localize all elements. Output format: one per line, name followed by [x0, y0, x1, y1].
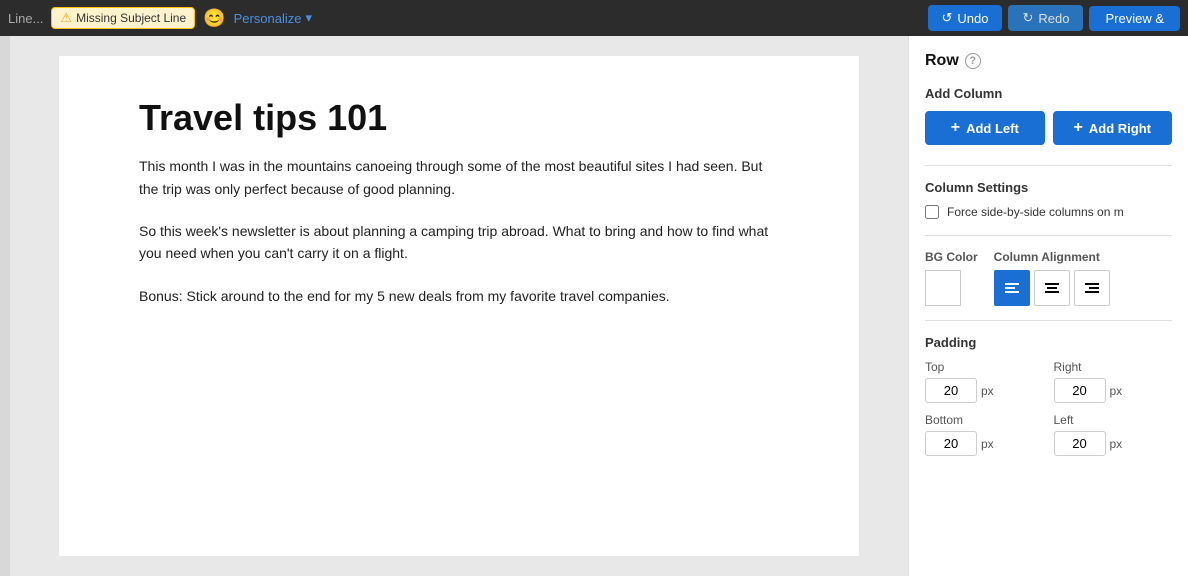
padding-top-field: Top px — [925, 360, 1044, 403]
align-center-button[interactable] — [1034, 270, 1070, 306]
email-para-2: So this week's newsletter is about plann… — [139, 220, 779, 265]
divider-1 — [925, 165, 1172, 166]
padding-top-px: px — [981, 384, 994, 398]
main-layout: Travel tips 101 This month I was in the … — [0, 36, 1188, 576]
padding-label: Padding — [925, 335, 1172, 350]
emoji-button[interactable]: 😊 — [203, 9, 225, 27]
plus-icon-right: + — [1074, 119, 1083, 137]
redo-icon: ↻ — [1022, 10, 1033, 26]
chevron-down-icon: ▾ — [306, 10, 313, 26]
alignment-buttons — [994, 270, 1110, 306]
preview-button[interactable]: Preview & — [1089, 6, 1180, 31]
padding-bottom-input[interactable] — [925, 431, 977, 456]
force-columns-checkbox[interactable] — [925, 205, 939, 219]
toolbar-left: Line... ⚠ Missing Subject Line 😊 Persona… — [8, 7, 920, 29]
bg-color-swatch[interactable] — [925, 270, 961, 306]
bg-color-col: BG Color — [925, 250, 978, 306]
column-settings-label: Column Settings — [925, 180, 1172, 195]
personalize-button[interactable]: Personalize ▾ — [234, 10, 312, 26]
padding-bottom-field: Bottom px — [925, 413, 1044, 456]
right-panel: Row ? Add Column + Add Left + Add Right … — [908, 36, 1188, 576]
email-canvas: Travel tips 101 This month I was in the … — [59, 56, 859, 556]
bg-alignment-row: BG Color Column Alignment — [925, 250, 1172, 306]
panel-title-text: Row — [925, 52, 959, 70]
undo-button[interactable]: ↺ Undo — [928, 5, 1003, 31]
undo-icon: ↺ — [942, 10, 953, 26]
column-alignment-label: Column Alignment — [994, 250, 1110, 264]
email-para-3: Bonus: Stick around to the end for my 5 … — [139, 285, 779, 307]
force-columns-label: Force side-by-side columns on m — [947, 205, 1124, 219]
padding-left-label: Left — [1054, 413, 1173, 427]
toolbar-right: ↺ Undo ↻ Redo Preview & — [928, 5, 1181, 31]
help-icon[interactable]: ? — [965, 53, 981, 69]
force-side-by-side-row: Force side-by-side columns on m — [925, 205, 1172, 219]
padding-grid: Top px Right px Bottom px — [925, 360, 1172, 456]
plus-icon-left: + — [951, 119, 960, 137]
bg-color-label: BG Color — [925, 250, 978, 264]
padding-top-input[interactable] — [925, 378, 977, 403]
padding-right-field: Right px — [1054, 360, 1173, 403]
divider-3 — [925, 320, 1172, 321]
padding-left-input[interactable] — [1054, 431, 1106, 456]
divider-2 — [925, 235, 1172, 236]
missing-subject-label: Missing Subject Line — [76, 11, 186, 25]
email-para-1: This month I was in the mountains canoei… — [139, 155, 779, 200]
redo-button[interactable]: ↻ Redo — [1008, 5, 1083, 31]
email-title: Travel tips 101 — [139, 96, 779, 139]
padding-left-px: px — [1110, 437, 1123, 451]
warning-icon: ⚠ — [60, 10, 72, 26]
padding-right-px: px — [1110, 384, 1123, 398]
padding-top-label: Top — [925, 360, 1044, 374]
missing-subject-badge[interactable]: ⚠ Missing Subject Line — [51, 7, 195, 29]
align-left-button[interactable] — [994, 270, 1030, 306]
padding-left-field: Left px — [1054, 413, 1173, 456]
editor-area: Travel tips 101 This month I was in the … — [10, 36, 908, 576]
padding-right-input[interactable] — [1054, 378, 1106, 403]
toolbar: Line... ⚠ Missing Subject Line 😊 Persona… — [0, 0, 1188, 36]
align-right-button[interactable] — [1074, 270, 1110, 306]
padding-bottom-px: px — [981, 437, 994, 451]
add-column-buttons: + Add Left + Add Right — [925, 111, 1172, 145]
alignment-col: Column Alignment — [994, 250, 1110, 306]
padding-bottom-label: Bottom — [925, 413, 1044, 427]
add-column-label: Add Column — [925, 86, 1172, 101]
left-sidebar — [0, 36, 10, 576]
toolbar-line-text: Line... — [8, 11, 43, 26]
add-left-button[interactable]: + Add Left — [925, 111, 1045, 145]
panel-title: Row ? — [925, 52, 1172, 70]
padding-right-label: Right — [1054, 360, 1173, 374]
add-right-button[interactable]: + Add Right — [1053, 111, 1173, 145]
